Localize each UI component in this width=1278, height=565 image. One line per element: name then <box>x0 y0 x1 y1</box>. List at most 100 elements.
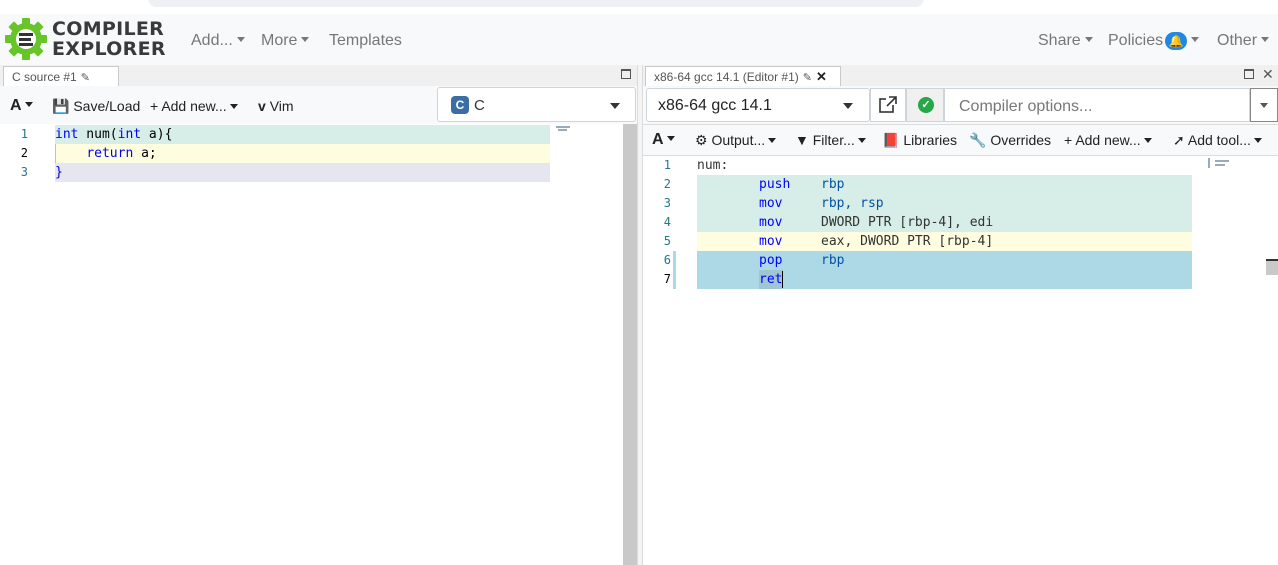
popout-button[interactable] <box>870 88 906 122</box>
nav-more-menu[interactable]: More <box>261 31 310 51</box>
asm-opcode: push <box>759 177 791 192</box>
save-load-button[interactable]: 💾 Save/Load <box>52 97 140 115</box>
compiler-options-dropdown[interactable] <box>1250 88 1278 122</box>
compiler-explorer-logo-icon[interactable] <box>4 17 48 61</box>
filter-button[interactable]: ▼ Filter... <box>795 131 866 149</box>
compiler-tabstrip: x86-64 gcc 14.1 (Editor #1) ✎ ✕ ✕ <box>643 65 1278 87</box>
vim-toggle[interactable]: v Vim <box>258 97 294 115</box>
nav-more-label: More <box>261 32 298 49</box>
external-link-icon <box>879 96 897 113</box>
chevron-down-icon <box>24 102 33 108</box>
font-size-button[interactable]: A <box>10 97 33 115</box>
add-new-label: Add new... <box>1075 132 1141 148</box>
line-number: 5 <box>663 234 671 248</box>
asm-operands: eax, DWORD PTR [rbp-4] <box>821 234 994 249</box>
chevron-down-icon <box>666 136 675 142</box>
code-line-3: } <box>55 163 63 182</box>
font-icon: A <box>652 131 664 148</box>
compiler-toolbar: A ⚙ Output... ▼ Filter... 📕 Libraries 🔧 … <box>643 125 1278 156</box>
check-circle-icon: ✓ <box>918 97 934 113</box>
wand-icon: ➚ <box>1173 132 1185 148</box>
tab-source[interactable]: C source #1 ✎ <box>3 66 119 86</box>
asm-opcode: pop <box>759 253 783 268</box>
keyword: return <box>86 146 134 161</box>
font-size-button[interactable]: A <box>652 131 675 149</box>
code-text: num( <box>78 127 118 142</box>
compiler-select[interactable]: x86-64 gcc 14.1 <box>646 88 870 122</box>
code-text: a; <box>133 146 157 161</box>
libraries-button[interactable]: 📕 Libraries <box>882 131 957 149</box>
maximize-icon[interactable] <box>621 68 631 82</box>
minimap[interactable] <box>556 125 574 133</box>
chevron-down-icon <box>1191 37 1200 43</box>
language-value: C <box>474 97 485 114</box>
line-number: 2 <box>20 146 28 160</box>
nav-add-menu[interactable]: Add... <box>191 31 245 51</box>
chevron-down-icon <box>1084 37 1093 43</box>
nav-policies-menu[interactable]: Policies 🔔 <box>1108 31 1200 51</box>
source-scrollbar[interactable] <box>623 124 637 565</box>
asm-opcode: ret <box>759 272 783 287</box>
add-new-label: Add new... <box>161 98 227 114</box>
line-number: 3 <box>20 165 28 179</box>
plus-icon: + <box>150 98 159 114</box>
save-load-label: Save/Load <box>73 98 141 114</box>
font-icon: A <box>10 97 22 114</box>
nav-templates[interactable]: Templates <box>329 31 402 51</box>
compiler-options-input[interactable]: Compiler options... <box>944 88 1250 122</box>
asm-operands: rbp <box>821 177 845 192</box>
filter-label: Filter... <box>812 132 855 148</box>
asm-opcode: mov <box>759 196 783 211</box>
nav-share-menu[interactable]: Share <box>1038 31 1093 51</box>
chevron-down-icon <box>1260 103 1268 108</box>
gutter-marker <box>673 251 676 289</box>
tab-source-title: C source #1 <box>12 70 77 84</box>
nav-policies-label: Policies <box>1108 32 1164 49</box>
add-new-button[interactable]: + Add new... <box>1064 131 1152 149</box>
nav-other-menu[interactable]: Other <box>1217 31 1270 51</box>
vim-icon: v <box>258 98 266 114</box>
overrides-button[interactable]: 🔧 Overrides <box>969 131 1051 149</box>
compiler-options-placeholder: Compiler options... <box>959 98 1093 115</box>
assembly-output[interactable]: 1 2 3 4 5 6 7 num: push rbp mov rbp, rsp… <box>643 156 1278 565</box>
source-editor[interactable]: 1 2 3 int num(int a){ return a; } <box>0 124 623 565</box>
code-line-1: int num(int a){ <box>55 125 172 144</box>
pencil-icon[interactable]: ✎ <box>803 72 812 84</box>
overrides-label: Overrides <box>990 132 1052 148</box>
add-tool-button[interactable]: ➚ Add tool... <box>1173 131 1262 149</box>
code-text: a){ <box>141 127 173 142</box>
keyword: int <box>55 127 79 142</box>
compiler-name: x86-64 gcc 14.1 <box>658 97 772 114</box>
scrollbar-thumb[interactable] <box>1266 259 1278 275</box>
book-icon: 📕 <box>882 132 900 148</box>
chevron-down-icon <box>301 37 310 43</box>
line-number: 1 <box>20 127 28 141</box>
wrench-icon: 🔧 <box>969 132 987 148</box>
plus-icon: + <box>1064 132 1073 148</box>
chevron-down-icon <box>229 103 238 109</box>
maximize-icon[interactable] <box>1244 68 1254 82</box>
brand-line-1[interactable]: COMPILER <box>52 19 164 39</box>
close-icon[interactable]: ✕ <box>816 69 827 84</box>
tab-compiler[interactable]: x86-64 gcc 14.1 (Editor #1) ✎ ✕ <box>645 66 841 86</box>
text-cursor <box>782 271 783 288</box>
output-button[interactable]: ⚙ Output... <box>695 131 777 149</box>
line-number: 1 <box>663 158 671 172</box>
compile-status[interactable]: ✓ <box>906 88 944 122</box>
chevron-down-icon <box>610 103 620 109</box>
close-icon[interactable]: ✕ <box>1262 66 1274 83</box>
minimap[interactable] <box>1207 158 1231 170</box>
nav-share-label: Share <box>1038 32 1081 49</box>
chevron-down-icon <box>1253 137 1262 143</box>
brand-line-2[interactable]: EXPLORER <box>52 39 166 59</box>
pencil-icon[interactable]: ✎ <box>81 72 90 84</box>
line-number: 6 <box>663 253 671 267</box>
line-highlight <box>55 163 550 182</box>
source-toolbar: A 💾 Save/Load + Add new... v Vim C C <box>0 86 637 125</box>
add-tool-label: Add tool... <box>1187 132 1251 148</box>
add-new-button[interactable]: + Add new... <box>150 97 238 115</box>
bell-icon: 🔔 <box>1165 31 1188 50</box>
language-select[interactable]: C C <box>437 87 636 122</box>
line-number: 7 <box>663 272 671 286</box>
